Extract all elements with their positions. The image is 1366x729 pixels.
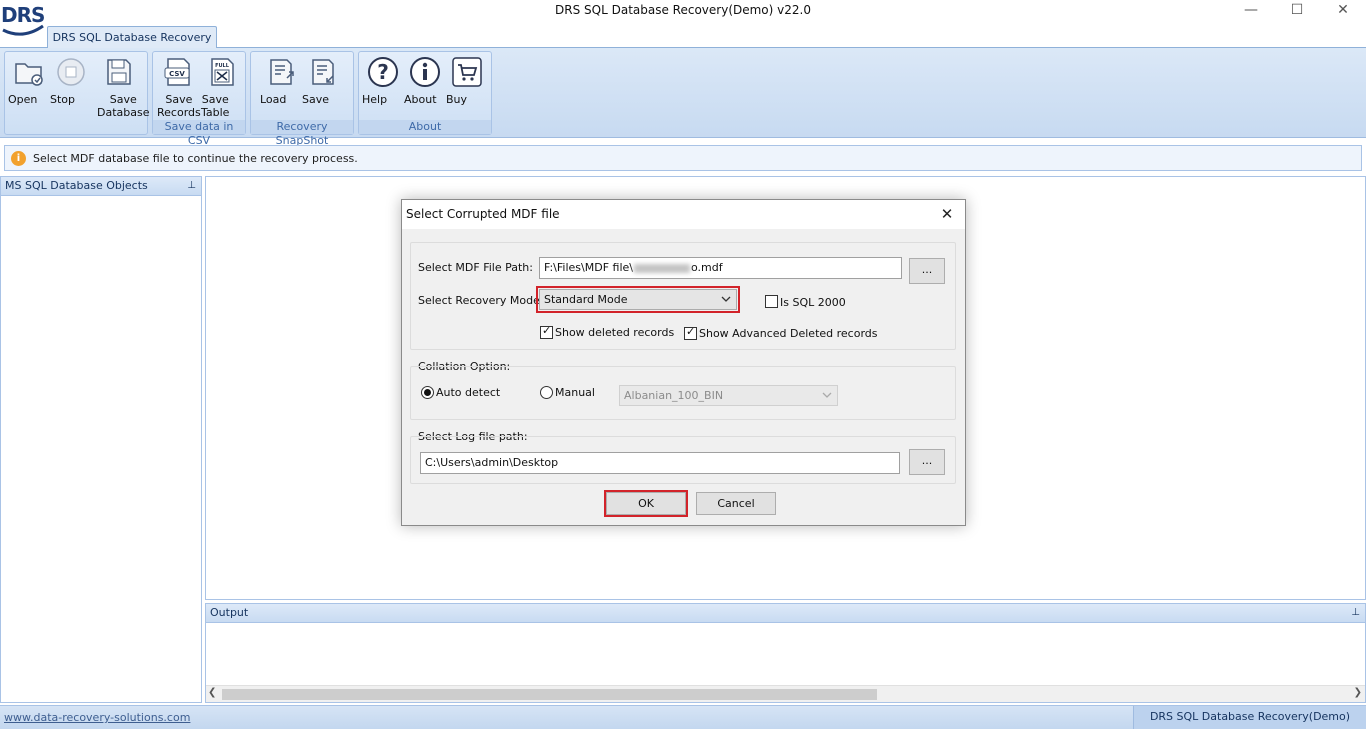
show-advanced-checkbox[interactable]: ✓ xyxy=(684,325,697,340)
recovery-snapshot-group-label: Recovery SnapShot xyxy=(251,120,353,147)
window-title: DRS SQL Database Recovery(Demo) v22.0 xyxy=(555,3,811,17)
save-table-button[interactable]: FULL Save Table xyxy=(201,56,243,119)
app-logo: DRS xyxy=(0,0,46,36)
save-database-icon xyxy=(107,59,131,85)
show-deleted-label: Show deleted records xyxy=(555,326,675,339)
manual-radio[interactable] xyxy=(540,386,553,399)
redacted-filename xyxy=(633,263,690,273)
info-icon: i xyxy=(11,151,26,166)
maximize-icon[interactable]: ☐ xyxy=(1274,0,1320,22)
mdf-path-label: Select MDF File Path: xyxy=(418,261,533,274)
status-version: DRS SQL Database Recovery(Demo) v22.0 xyxy=(1133,706,1366,729)
show-deleted-checkbox[interactable]: ✓ xyxy=(540,324,553,339)
log-path-input[interactable]: C:\Users\admin\Desktop xyxy=(420,452,900,474)
save-records-button[interactable]: CSV Save Records xyxy=(157,56,201,119)
ribbon-tab-strip: DRS SQL Database Recovery xyxy=(0,24,1366,49)
svg-text:CSV: CSV xyxy=(169,70,185,78)
output-title: Output xyxy=(210,606,249,619)
database-objects-header: MS SQL Database Objects ⊥ xyxy=(1,177,201,196)
pin-icon[interactable]: ⊥ xyxy=(1351,604,1360,622)
cancel-button[interactable]: Cancel xyxy=(696,492,776,515)
stop-icon xyxy=(57,58,85,86)
svg-text:FULL: FULL xyxy=(215,63,230,69)
file-group: Open Stop Save Database xyxy=(4,51,150,135)
about-button[interactable]: About xyxy=(404,56,446,106)
database-objects-title: MS SQL Database Objects xyxy=(5,179,148,192)
collation-select[interactable]: Albanian_100_BIN xyxy=(619,385,838,406)
open-button[interactable]: Open xyxy=(8,56,50,106)
dialog-title-bar: Select Corrupted MDF file ✕ xyxy=(402,200,965,229)
tab-drs-sql-recovery[interactable]: DRS SQL Database Recovery xyxy=(47,26,217,49)
recovery-snapshot-group: Load Save Recovery SnapShot xyxy=(250,51,354,147)
stop-button[interactable]: Stop xyxy=(50,56,92,106)
csv-icon: CSV xyxy=(164,58,190,86)
ok-button-highlight xyxy=(604,490,688,517)
save-snapshot-icon xyxy=(312,59,334,85)
pin-icon[interactable]: ⊥ xyxy=(187,177,196,195)
info-icon xyxy=(410,57,440,87)
horizontal-scrollbar[interactable]: ❮ ❯ xyxy=(206,685,1365,702)
is-sql2000-label: Is SQL 2000 xyxy=(780,296,846,309)
cart-icon xyxy=(452,57,482,87)
log-browse-button[interactable]: ... xyxy=(909,449,945,475)
minimize-icon[interactable]: — xyxy=(1228,0,1274,22)
recovery-mode-label: Select Recovery Mode: xyxy=(418,294,544,307)
close-icon[interactable]: ✕ xyxy=(1320,0,1366,22)
show-advanced-label: Show Advanced Deleted records xyxy=(699,327,878,340)
ribbon: Open Stop Save Database CSV Save Records… xyxy=(0,48,1366,147)
database-objects-tree[interactable] xyxy=(1,196,201,696)
status-bar: www.data-recovery-solutions.com DRS SQL … xyxy=(0,705,1366,729)
excel-table-icon: FULL xyxy=(211,58,234,86)
manual-label: Manual xyxy=(555,386,595,399)
svg-text:?: ? xyxy=(377,60,389,84)
auto-detect-label: Auto detect xyxy=(436,386,501,399)
output-pane: Output ⊥ ❮ ❯ xyxy=(205,603,1366,703)
save-database-button[interactable]: Save Database xyxy=(97,56,150,119)
mdf-browse-button[interactable]: ... xyxy=(909,258,945,284)
website-link[interactable]: www.data-recovery-solutions.com xyxy=(4,711,190,724)
about-group-label: About xyxy=(359,120,491,134)
buy-button[interactable]: Buy xyxy=(446,56,488,106)
is-sql2000-checkbox[interactable] xyxy=(765,295,778,308)
save-csv-group: CSV Save Records FULL Save Table Save da… xyxy=(152,51,246,147)
check-icon: ✓ xyxy=(686,325,696,338)
chevron-down-icon xyxy=(822,392,832,398)
info-bar: i Select MDF database file to continue t… xyxy=(4,145,1362,171)
scrollbar-thumb[interactable] xyxy=(222,689,877,700)
open-folder-icon xyxy=(15,63,43,86)
output-header: Output ⊥ xyxy=(206,604,1365,623)
about-group: ? Help About Buy About xyxy=(358,51,492,135)
help-icon: ? xyxy=(368,57,398,87)
check-icon: ✓ xyxy=(542,324,552,337)
title-bar: DRS SQL Database Recovery(Demo) v22.0 — … xyxy=(0,0,1366,24)
recovery-mode-highlight xyxy=(536,286,740,313)
auto-detect-radio[interactable] xyxy=(421,386,434,399)
load-snapshot-button[interactable]: Load xyxy=(260,56,302,106)
save-csv-group-label: Save data in CSV xyxy=(153,120,245,147)
help-button[interactable]: ? Help xyxy=(362,56,404,106)
database-objects-pane: MS SQL Database Objects ⊥ xyxy=(0,176,202,703)
save-snapshot-button[interactable]: Save xyxy=(302,56,344,106)
dialog-title: Select Corrupted MDF file xyxy=(406,207,560,221)
info-message: Select MDF database file to continue the… xyxy=(33,152,358,165)
load-snapshot-icon xyxy=(270,59,294,85)
scroll-right-icon[interactable]: ❯ xyxy=(1354,687,1362,698)
mdf-path-input[interactable]: F:\Files\MDF file\ o.mdf xyxy=(539,257,902,279)
select-mdf-dialog: Select Corrupted MDF file ✕ Select MDF F… xyxy=(401,199,966,526)
scroll-left-icon[interactable]: ❮ xyxy=(208,687,216,698)
dialog-close-icon[interactable]: ✕ xyxy=(937,204,957,224)
